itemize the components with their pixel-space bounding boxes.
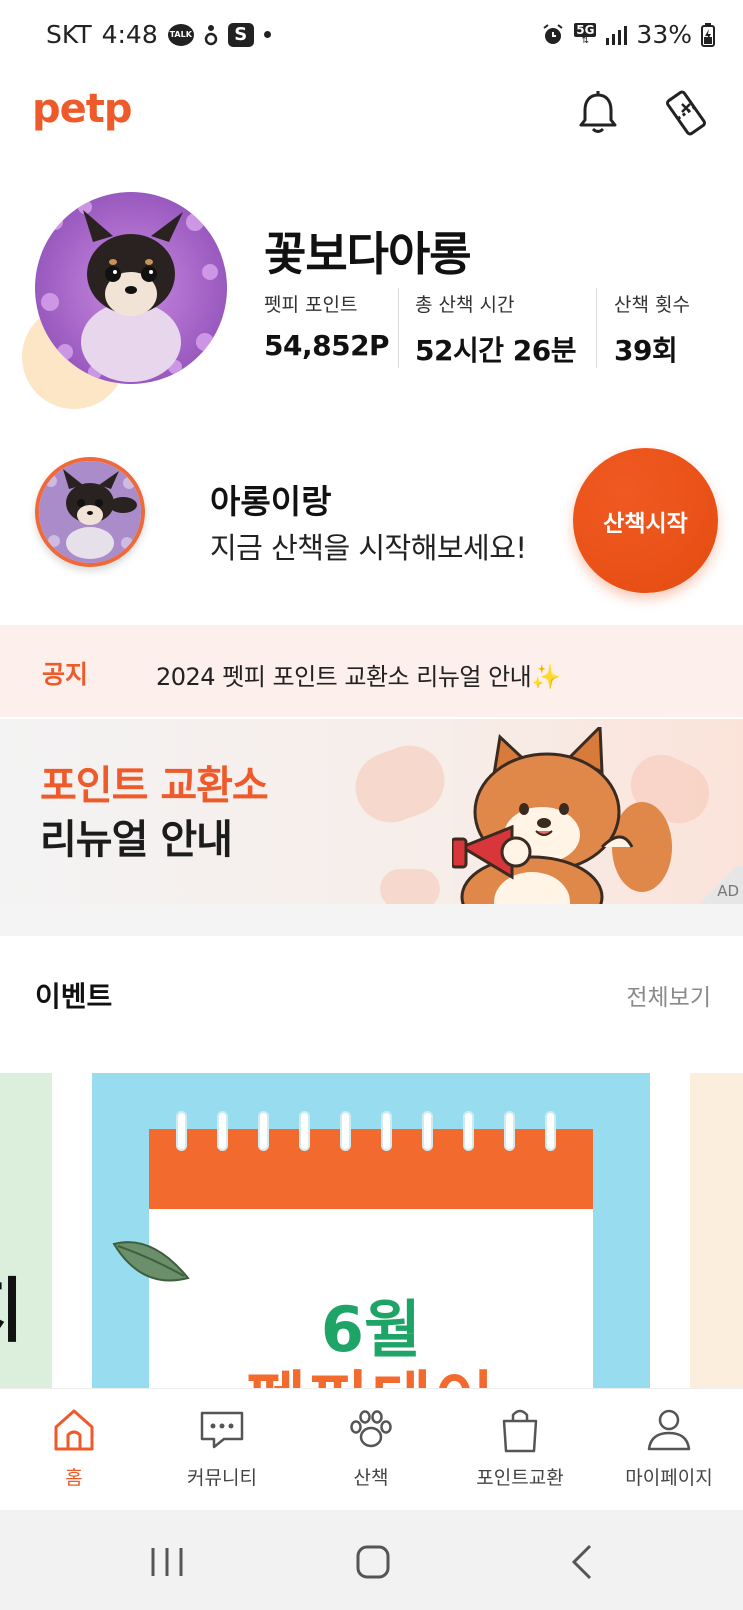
recent-apps-icon <box>151 1548 183 1576</box>
data-arrows-icon: ⇅ <box>581 36 590 46</box>
shiba-mascot-icon <box>452 727 672 904</box>
home-square-icon <box>356 1545 390 1579</box>
notice-tag: 공지 <box>42 660 89 689</box>
calendar-ring <box>381 1111 392 1151</box>
calendar-ring <box>299 1111 310 1151</box>
paw-icon <box>350 1410 392 1448</box>
stat-value: 39회 <box>614 334 678 367</box>
stat-label: 총 산책 시간 <box>415 294 515 316</box>
stat-divider <box>596 288 597 368</box>
nav-point-exchange[interactable]: 포인트교환 <box>450 1405 590 1505</box>
user-icon <box>647 1409 691 1451</box>
walk-message: 지금 산책을 시작해보세요! <box>210 531 527 565</box>
event-card-prev[interactable]: 지 <box>0 1073 52 1393</box>
chat-icon <box>200 1411 244 1449</box>
pet-photo-small <box>39 461 141 563</box>
nav-community[interactable]: 커뮤니티 <box>152 1405 292 1505</box>
calendar-ring <box>463 1111 474 1151</box>
bottom-navigation: 홈 커뮤니티 산책 포인트교환 마이페이지 <box>0 1388 743 1510</box>
walk-pet-name: 아롱이랑 <box>210 482 332 521</box>
banner-title: 포인트 교환소 <box>40 763 269 809</box>
app-screen: SKT 4:48 TALK S 5G ⇅ 33% petp 꽃보다아롱 펫피 포… <box>0 0 743 1610</box>
stat-points: 펫피 포인트 54,852P <box>264 290 390 370</box>
pet-avatar-small[interactable] <box>35 457 145 567</box>
event-title: 펫피데이 <box>149 1349 593 1393</box>
banner-subtitle: 리뉴얼 안내 <box>40 817 233 863</box>
nav-label: 마이페이지 <box>625 1467 713 1489</box>
start-walk-button[interactable]: 산책시작 <box>573 448 718 593</box>
stat-label: 산책 횟수 <box>614 294 690 316</box>
notifications-button[interactable] <box>576 90 620 136</box>
calendar-ring <box>176 1111 187 1151</box>
decorative-pill <box>380 869 440 904</box>
battery-charging-icon <box>701 22 715 47</box>
notification-icon <box>204 24 218 46</box>
battery-percent: 33% <box>636 20 692 49</box>
s-app-icon: S <box>227 22 254 47</box>
status-left: SKT 4:48 TALK S <box>46 20 271 49</box>
carrier-label: SKT <box>46 20 92 49</box>
clock: 4:48 <box>101 20 158 49</box>
back-chevron-icon <box>571 1544 592 1580</box>
nav-walk[interactable]: 산책 <box>301 1405 441 1505</box>
alarm-icon <box>541 23 565 47</box>
back-button[interactable] <box>560 1538 608 1586</box>
coupon-icon <box>666 90 706 136</box>
event-card-text: 지 <box>0 1255 24 1356</box>
calendar-body: 6월 펫피데이 <box>149 1209 593 1393</box>
pet-avatar-large[interactable] <box>35 192 227 384</box>
pet-photo <box>35 192 227 384</box>
notice-text[interactable]: 2024 펫피 포인트 교환소 리뉴얼 안내✨ <box>156 657 561 692</box>
nav-label: 산책 <box>353 1467 389 1489</box>
stat-divider <box>398 288 399 368</box>
petp-logo[interactable]: petp <box>32 86 133 132</box>
nav-label: 홈 <box>65 1467 83 1489</box>
notice-bar[interactable]: 공지 2024 펫피 포인트 교환소 리뉴얼 안내✨ <box>0 625 743 717</box>
nav-home[interactable]: 홈 <box>4 1405 144 1505</box>
events-carousel[interactable]: 지 6월 펫피데이 <box>0 1073 743 1393</box>
stat-walk-count: 산책 횟수 39회 <box>614 290 690 370</box>
stat-walk-time: 총 산책 시간 52시간 26분 <box>415 290 576 370</box>
walk-start-section: 아롱이랑 지금 산책을 시작해보세요! 산책시작 <box>0 445 743 595</box>
network-5g-icon: 5G ⇅ <box>574 23 597 46</box>
status-bar: SKT 4:48 TALK S 5G ⇅ 33% <box>0 0 743 72</box>
app-header: petp <box>0 76 743 152</box>
calendar-ring <box>545 1111 556 1151</box>
status-right: 5G ⇅ 33% <box>541 20 715 49</box>
more-notifications-dot <box>263 31 271 38</box>
calendar-header <box>149 1129 593 1209</box>
calendar-ring <box>258 1111 269 1151</box>
shopping-bag-icon <box>502 1409 538 1453</box>
ad-label: AD <box>717 882 739 900</box>
pet-profile: 꽃보다아롱 펫피 포인트 54,852P 총 산책 시간 52시간 26분 산책… <box>0 180 743 420</box>
nav-label: 포인트교환 <box>476 1467 564 1489</box>
kakaotalk-icon: TALK <box>167 23 194 46</box>
events-title: 이벤트 <box>35 980 113 1013</box>
calendar-ring <box>217 1111 228 1151</box>
decorative-pill <box>345 735 455 833</box>
coupon-button[interactable] <box>664 90 708 136</box>
nav-label: 커뮤니티 <box>187 1467 257 1489</box>
nav-mypage[interactable]: 마이페이지 <box>599 1405 739 1505</box>
promo-banner[interactable]: 포인트 교환소 리뉴얼 안내 AD <box>0 719 743 904</box>
system-navigation-bar <box>0 1510 743 1610</box>
network-label: 5G <box>574 23 597 37</box>
leaf-icon <box>112 1241 190 1282</box>
stat-label: 펫피 포인트 <box>264 294 358 316</box>
calendar-ring <box>340 1111 351 1151</box>
home-system-button[interactable] <box>349 1538 397 1586</box>
recent-apps-button[interactable] <box>143 1538 191 1586</box>
stat-value: 52시간 26분 <box>415 334 576 367</box>
event-card-next[interactable] <box>690 1073 743 1393</box>
calendar-ring <box>422 1111 433 1151</box>
home-icon <box>54 1409 94 1451</box>
signal-icon <box>605 24 628 46</box>
pet-name: 꽃보다아롱 <box>264 227 472 281</box>
stat-value: 54,852P <box>264 329 390 362</box>
see-all-link[interactable]: 전체보기 <box>626 978 711 1012</box>
event-card[interactable]: 6월 펫피데이 <box>92 1073 650 1393</box>
bell-icon <box>579 91 617 133</box>
calendar-ring <box>504 1111 515 1151</box>
section-divider <box>0 904 743 936</box>
